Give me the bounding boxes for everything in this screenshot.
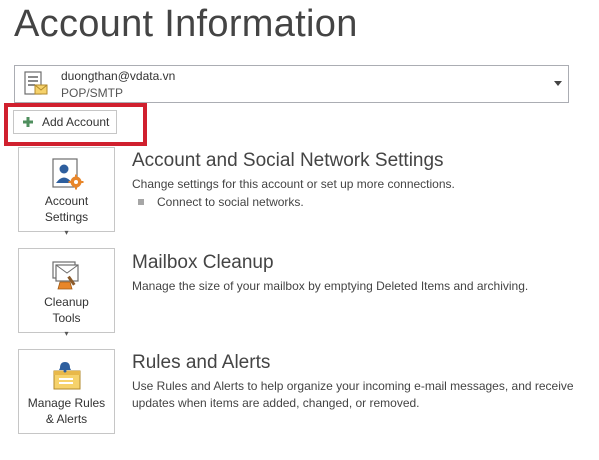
manage-rules-alerts-button[interactable]: Manage Rules & Alerts [18, 349, 115, 434]
chevron-down-icon[interactable] [554, 81, 562, 86]
cleanup-tools-icon [50, 258, 84, 292]
rules-alerts-icon [50, 359, 84, 393]
rules-alerts-title: Rules and Alerts [132, 352, 271, 373]
mailbox-cleanup-description: Manage the size of your mailbox by empty… [132, 279, 529, 293]
account-settings-description: Change settings for this account or set … [132, 177, 455, 191]
bullet-icon [138, 199, 144, 205]
plus-icon [22, 116, 34, 128]
manage-rules-label-line1: Manage Rules [27, 396, 106, 410]
account-settings-label-line1: Account [44, 194, 89, 208]
manage-rules-label-line2: & Alerts [45, 412, 88, 426]
account-email: duongthan@vdata.vn [61, 69, 176, 83]
account-settings-button[interactable]: Account Settings ▾ [18, 147, 115, 237]
cleanup-tools-label-line1: Cleanup [44, 295, 89, 309]
chevron-down-icon: ▾ [64, 329, 69, 338]
account-settings-icon [50, 157, 84, 191]
account-settings-title: Account and Social Network Settings [132, 150, 444, 171]
chevron-down-icon: ▾ [64, 228, 69, 237]
social-networks-label: Connect to social networks. [157, 195, 304, 209]
page-title: Account Information [14, 3, 358, 45]
account-selector-dropdown[interactable]: duongthan@vdata.vn POP/SMTP [14, 65, 569, 103]
account-settings-label-line2: Settings [44, 210, 89, 224]
rules-alerts-description-line2: updates when items are added, changed, o… [132, 396, 420, 410]
rules-alerts-description-line1: Use Rules and Alerts to help organize yo… [132, 379, 574, 393]
cleanup-tools-button[interactable]: Cleanup Tools ▾ [18, 248, 115, 338]
add-account-button[interactable]: Add Account [13, 110, 117, 134]
add-account-label: Add Account [42, 115, 110, 129]
account-type: POP/SMTP [61, 86, 124, 100]
account-card-icon [23, 71, 49, 97]
mailbox-cleanup-title: Mailbox Cleanup [132, 252, 274, 273]
cleanup-tools-label-line2: Tools [52, 311, 81, 325]
social-networks-item: Connect to social networks. [138, 195, 304, 209]
